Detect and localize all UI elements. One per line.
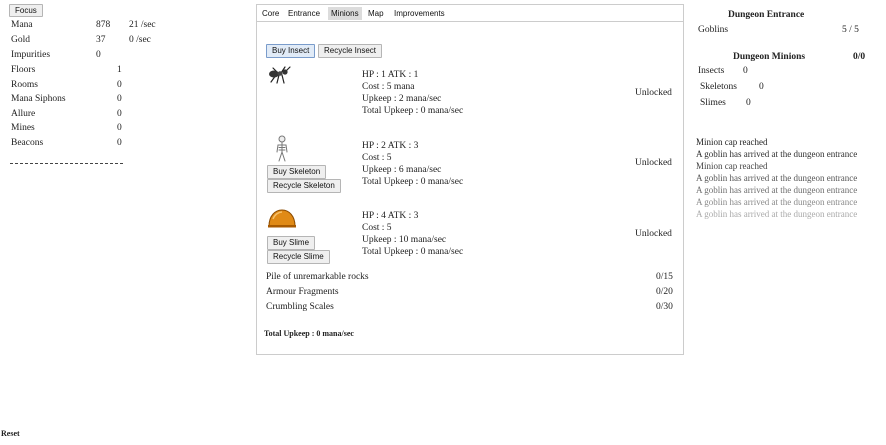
building-label-mana-siphons: Mana Siphons	[11, 94, 66, 104]
building-label-floors: Floors	[11, 65, 36, 75]
panel-total-upkeep: Total Upkeep : 0 mana/sec	[264, 329, 354, 338]
log-entry: A goblin has arrived at the dungeon entr…	[696, 173, 858, 183]
resource-label-mana: Mana	[11, 20, 33, 30]
insect-hp-atk: HP : 1 ATK : 1	[362, 70, 419, 80]
building-value-mines: 0	[117, 123, 122, 133]
tab-bar: Core Entrance Minions Map Improvements	[257, 5, 683, 22]
skeleton-status: Unlocked	[635, 158, 672, 168]
log-entry: Minion cap reached	[696, 161, 768, 171]
reset-link[interactable]: Reset	[1, 429, 20, 438]
material-label-rocks: Pile of unremarkable rocks	[266, 272, 369, 282]
slime-icon	[267, 207, 297, 229]
building-value-rooms: 0	[117, 80, 122, 90]
buy-skeleton-button[interactable]: Buy Skeleton	[267, 165, 327, 179]
skeleton-total-upkeep: Total Upkeep : 0 mana/sec	[362, 177, 464, 187]
slime-status: Unlocked	[635, 229, 672, 239]
minions-panel: Core Entrance Minions Map Improvements B…	[256, 4, 684, 355]
slime-cost: Cost : 5	[362, 223, 392, 233]
count-label-skeletons: Skeletons	[700, 82, 737, 92]
tab-map[interactable]: Map	[365, 7, 387, 20]
insect-total-upkeep: Total Upkeep : 0 mana/sec	[362, 106, 464, 116]
dungeon-entrance-title: Dungeon Entrance	[728, 10, 805, 20]
buy-insect-button[interactable]: Buy Insect	[266, 44, 316, 58]
building-label-mines: Mines	[11, 123, 35, 133]
log-entry: A goblin has arrived at the dungeon entr…	[696, 149, 858, 159]
skeleton-upkeep: Upkeep : 6 mana/sec	[362, 165, 442, 175]
recycle-slime-button[interactable]: Recycle Slime	[267, 250, 330, 264]
resource-label-impurities: Impurities	[11, 50, 51, 60]
left-divider	[10, 163, 123, 164]
resource-rate-gold: 0 /sec	[129, 35, 151, 45]
slime-total-upkeep: Total Upkeep : 0 mana/sec	[362, 247, 464, 257]
material-label-scales: Crumbling Scales	[266, 302, 334, 312]
material-value-rocks: 0/15	[656, 272, 673, 282]
insect-upkeep: Upkeep : 2 mana/sec	[362, 94, 442, 104]
goblins-label: Goblins	[698, 25, 729, 35]
goblins-value: 5 / 5	[842, 25, 859, 35]
tab-core[interactable]: Core	[259, 7, 282, 20]
log-entry: A goblin has arrived at the dungeon entr…	[696, 185, 858, 195]
resource-rate-mana: 21 /sec	[129, 20, 156, 30]
resource-value-mana: 878	[96, 20, 111, 30]
building-value-allure: 0	[117, 109, 122, 119]
buy-slime-button[interactable]: Buy Slime	[267, 236, 316, 250]
material-label-armour: Armour Fragments	[266, 287, 339, 297]
recycle-insect-button[interactable]: Recycle Insect	[318, 44, 383, 58]
building-label-rooms: Rooms	[11, 80, 38, 90]
dungeon-minions-total: 0/0	[853, 52, 866, 62]
slime-upkeep: Upkeep : 10 mana/sec	[362, 235, 447, 245]
ant-icon	[267, 64, 293, 86]
resource-label-gold: Gold	[11, 35, 30, 45]
resource-value-impurities: 0	[96, 50, 101, 60]
log-entry: A goblin has arrived at the dungeon entr…	[696, 209, 858, 219]
material-value-scales: 0/30	[656, 302, 673, 312]
skeleton-icon	[275, 135, 289, 163]
resource-value-gold: 37	[96, 35, 106, 45]
recycle-skeleton-button[interactable]: Recycle Skeleton	[267, 179, 341, 193]
building-value-beacons: 0	[117, 138, 122, 148]
dungeon-minions-title: Dungeon Minions	[733, 52, 806, 62]
tab-entrance[interactable]: Entrance	[285, 7, 323, 20]
count-value-skeletons: 0	[759, 82, 764, 92]
log-entry: Minion cap reached	[696, 137, 768, 147]
focus-button[interactable]: Focus	[9, 4, 43, 17]
log-entry: A goblin has arrived at the dungeon entr…	[696, 197, 858, 207]
skeleton-cost: Cost : 5	[362, 153, 392, 163]
tab-improvements[interactable]: Improvements	[391, 7, 448, 20]
tab-minions[interactable]: Minions	[328, 7, 362, 20]
count-value-insects: 0	[743, 66, 748, 76]
building-label-allure: Allure	[11, 109, 36, 119]
building-value-mana-siphons: 0	[117, 94, 122, 104]
building-label-beacons: Beacons	[11, 138, 44, 148]
material-value-armour: 0/20	[656, 287, 673, 297]
building-value-floors: 1	[117, 65, 122, 75]
count-label-insects: Insects	[698, 66, 725, 76]
count-value-slimes: 0	[746, 98, 751, 108]
insect-status: Unlocked	[635, 88, 672, 98]
insect-cost: Cost : 5 mana	[362, 82, 415, 92]
count-label-slimes: Slimes	[700, 98, 726, 108]
slime-hp-atk: HP : 4 ATK : 3	[362, 211, 419, 221]
skeleton-hp-atk: HP : 2 ATK : 3	[362, 141, 419, 151]
